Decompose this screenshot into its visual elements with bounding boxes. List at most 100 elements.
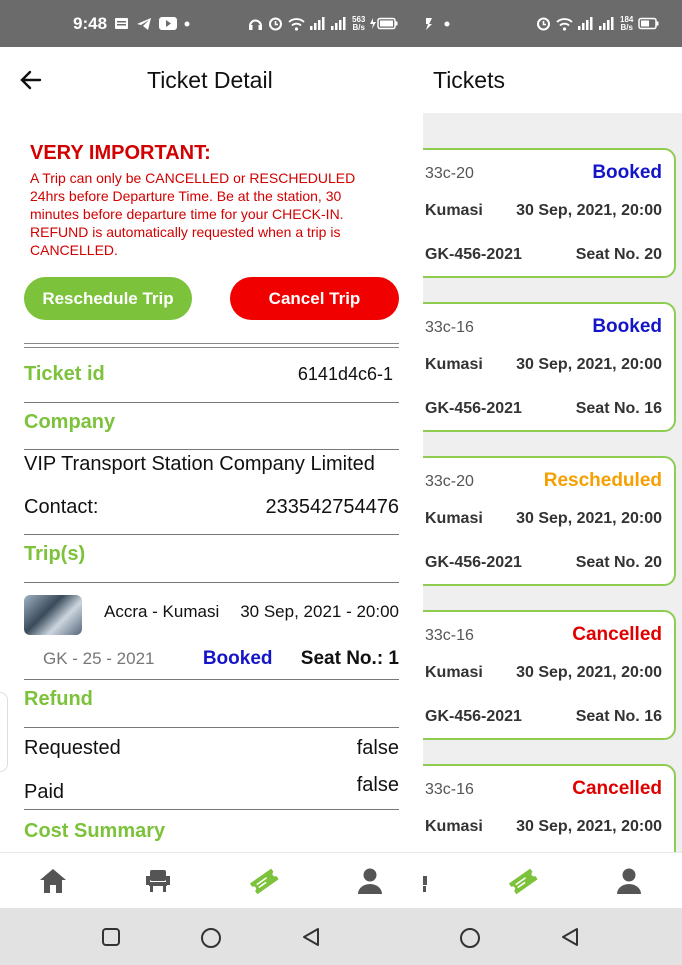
ticket-card[interactable]: 33c-16 Cancelled Kumasi 30 Sep, 2021, 20… (423, 610, 676, 740)
ticket-card-bus: GK-456-2021 (425, 554, 522, 571)
ticket-card[interactable]: 33c-16 Booked Kumasi 30 Sep, 2021, 20:00… (423, 302, 676, 432)
recents-icon[interactable] (101, 927, 121, 947)
status-left: 9:48 (73, 0, 190, 47)
signal-icon-2 (331, 17, 346, 30)
ticket-card-status: Cancelled (572, 778, 662, 799)
reschedule-trip-button[interactable]: Reschedule Trip (24, 277, 192, 320)
ticket-id-row: Ticket id 6141d4c6-1 (24, 363, 399, 386)
home-button-icon[interactable] (459, 927, 481, 949)
bottom-nav (0, 852, 423, 908)
ticket-card[interactable]: 33c-20 Rescheduled Kumasi 30 Sep, 2021, … (423, 456, 676, 586)
contact-value[interactable]: 233542754476 (266, 496, 399, 519)
ticket-card-route: Kumasi (425, 818, 483, 835)
status-left-right: 563 B/s (248, 0, 398, 47)
ticket-card-seat: Seat No. 20 (575, 246, 662, 263)
ticket-card-seat: Seat No. 16 (575, 400, 662, 417)
bottom-nav (423, 852, 682, 908)
ticket-card-bus: GK-456-2021 (425, 400, 522, 417)
contact-label: Contact: (24, 496, 99, 518)
ticket-card-bus: GK-456-2021 (425, 246, 522, 263)
ticket-card-datetime: 30 Sep, 2021, 20:00 (516, 510, 662, 527)
divider (24, 534, 399, 535)
cost-summary-label: Cost Summary (24, 820, 166, 842)
status-bar: 9:48 563 B/s 184 B/s (0, 0, 682, 47)
ticket-card-route: Kumasi (425, 664, 483, 681)
trip-seat: Seat No.: 1 (300, 648, 399, 669)
net-speed: 563 B/s (352, 14, 366, 32)
cost-summary-row: Cost Summary (24, 820, 399, 843)
page-title: Ticket Detail (147, 67, 273, 93)
signal-icon-1 (578, 17, 593, 30)
company-name-row: VIP Transport Station Company Limited (24, 453, 399, 476)
ticket-icon[interactable] (248, 865, 280, 897)
ticket-card-route: Kumasi (425, 202, 483, 219)
seat-icon[interactable] (144, 867, 172, 893)
youtube-icon (159, 17, 178, 30)
divider (24, 343, 399, 348)
paid-label: Paid (24, 781, 65, 803)
edge-handle[interactable] (0, 692, 8, 772)
divider (24, 727, 399, 728)
back-arrow-icon[interactable] (20, 69, 42, 91)
divider (24, 679, 399, 680)
company-label: Company (24, 411, 116, 433)
trip-bus: GK - 25 - 2021 (43, 649, 155, 668)
ticket-card-datetime: 30 Sep, 2021, 20:00 (516, 818, 662, 835)
ticket-card-id: 33c-20 (425, 473, 474, 490)
home-icon[interactable] (38, 867, 68, 895)
profile-icon[interactable] (356, 867, 384, 895)
divider (24, 449, 399, 450)
important-body: A Trip can only be CANCELLED or RESCHEDU… (30, 170, 356, 258)
divider (24, 809, 399, 810)
requested-row: Requested false (24, 737, 399, 760)
ticket-card-seat: Seat No. 16 (575, 708, 662, 725)
detail-header: Ticket Detail (0, 47, 423, 113)
status-right-icons: 184 B/s (536, 0, 660, 47)
important-title: VERY IMPORTANT: (30, 142, 211, 164)
ticket-card-seat: Seat No. 20 (575, 554, 662, 571)
wifi-icon (556, 17, 573, 31)
wifi-icon (288, 17, 305, 31)
ticket-card-id: 33c-16 (425, 319, 474, 336)
dot-icon (444, 21, 450, 26)
headphones-icon (249, 19, 262, 30)
status-right (424, 0, 450, 47)
system-nav-bar (0, 908, 682, 965)
ticket-card-id: 33c-16 (425, 627, 474, 644)
signal-icon-2 (599, 17, 614, 30)
bus-thumbnail (24, 595, 82, 635)
trip-details-row: GK - 25 - 2021 Booked Seat No.: 1 (24, 648, 399, 670)
battery-icon (638, 17, 659, 30)
signal-icon-1 (310, 17, 325, 30)
trip-route-row[interactable]: Accra - Kumasi 30 Sep, 2021 - 20:00 (104, 602, 399, 622)
ticket-card-status: Rescheduled (543, 470, 662, 491)
trips-row: Trip(s) (24, 543, 399, 566)
requested-value: false (356, 737, 399, 759)
ticket-card-status: Cancelled (572, 624, 662, 645)
message-icon (115, 18, 129, 29)
ticket-card-id: 33c-20 (425, 165, 474, 182)
divider (24, 402, 399, 403)
refund-label: Refund (24, 688, 93, 710)
ticket-card-id: 33c-16 (425, 781, 474, 798)
cancel-trip-button[interactable]: Cancel Trip (230, 277, 399, 320)
ticket-detail-screen: Ticket Detail VERY IMPORTANT: A Trip can… (0, 47, 423, 908)
ticket-card[interactable]: 33c-20 Booked Kumasi 30 Sep, 2021, 20:00… (423, 148, 676, 278)
telegram-icon (137, 17, 152, 30)
profile-icon[interactable] (615, 867, 643, 895)
trip-status: Booked (202, 648, 273, 669)
ticket-icon[interactable] (507, 865, 539, 897)
home-button-icon[interactable] (200, 927, 222, 949)
back-button-icon[interactable] (301, 927, 321, 947)
tickets-header: Tickets (423, 47, 682, 113)
ticket-card-status: Booked (592, 162, 662, 183)
trips-label: Trip(s) (24, 543, 86, 565)
dot-icon (184, 21, 190, 26)
alarm-icon (269, 17, 282, 31)
net-speed: 184 B/s (620, 14, 634, 32)
back-button-icon[interactable] (560, 927, 580, 947)
trip-datetime: 30 Sep, 2021 - 20:00 (240, 602, 399, 621)
refund-row: Refund (24, 688, 399, 711)
seat-icon[interactable] (423, 867, 433, 893)
ticket-card-bus: GK-456-2021 (425, 708, 522, 725)
